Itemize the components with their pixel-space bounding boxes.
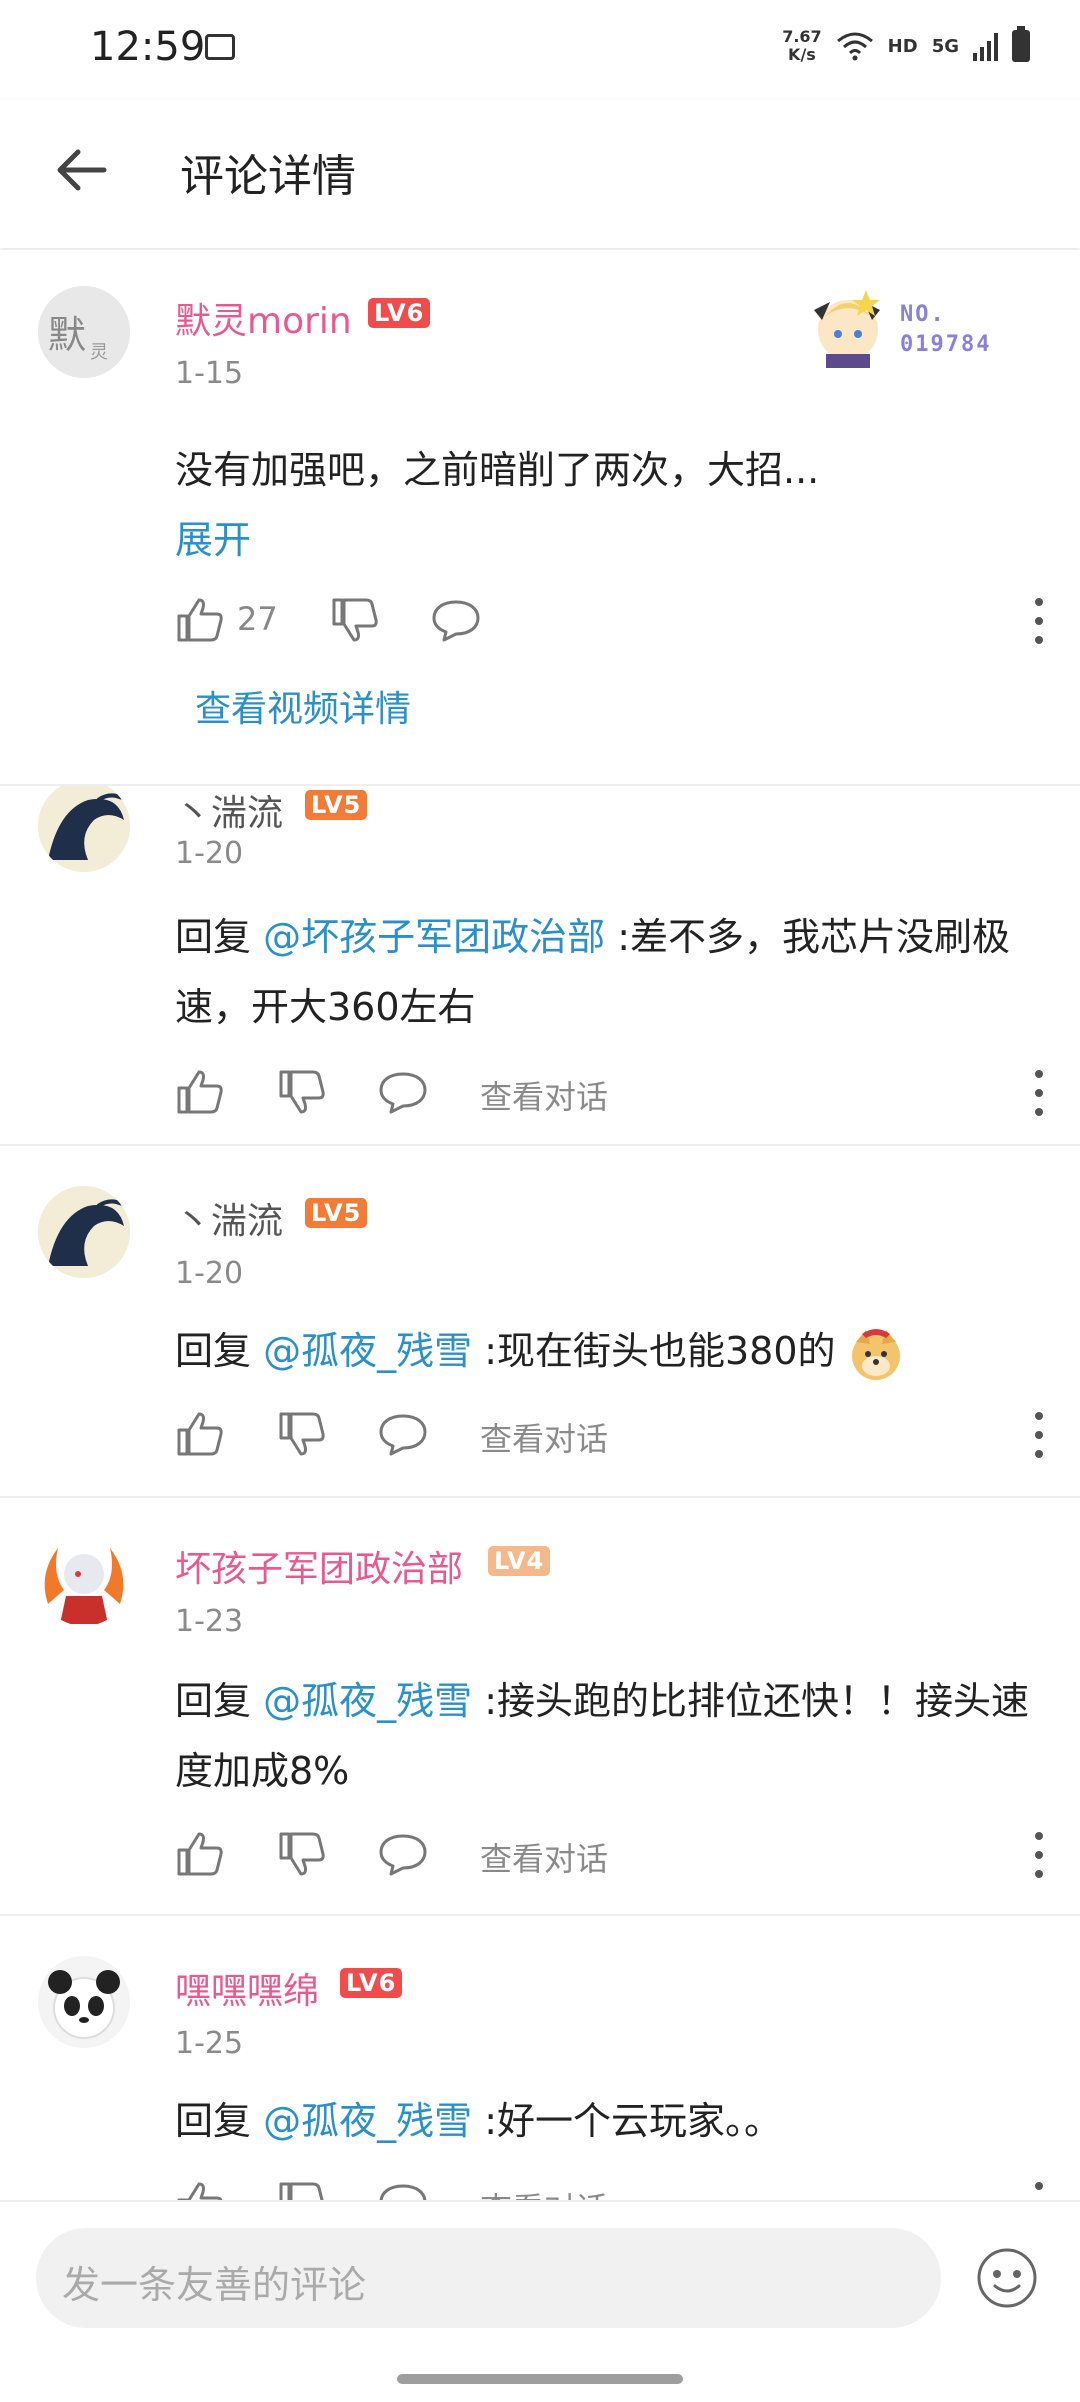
thumbs-up-icon[interactable] (175, 1828, 227, 1880)
thumbs-up-icon[interactable] (175, 594, 227, 646)
comment-actions: 查看对话 (175, 1408, 1045, 1468)
comment-bubble-icon[interactable] (377, 1408, 429, 1460)
comment-date: 1-20 (175, 1256, 244, 1291)
fan-badge-number: NO. 019784 (900, 302, 992, 357)
status-icons: 7.67 K/s HD 5G (782, 26, 1030, 64)
thumbs-down-icon[interactable] (277, 1066, 329, 1118)
more-options-icon[interactable] (1033, 598, 1045, 644)
hd-indicator: HD (887, 35, 918, 57)
svg-text:默: 默 (48, 313, 86, 357)
svg-text:灵: 灵 (90, 342, 108, 363)
username[interactable]: 嘿嘿嘿绵 (175, 1962, 319, 2014)
mention-link[interactable]: @孤夜_残雪 (263, 2099, 472, 2143)
avatar[interactable] (38, 1956, 130, 2048)
expand-link[interactable]: 展开 (175, 505, 1045, 575)
comment-input-placeholder: 发一条友善的评论 (62, 2263, 367, 2307)
view-conversation-link[interactable]: 查看对话 (480, 2184, 608, 2200)
comment-date: 1-23 (175, 1604, 244, 1639)
mention-link[interactable]: @坏孩子军团政治部 (263, 915, 605, 959)
view-conversation-link[interactable]: 查看对话 (480, 1072, 608, 1118)
comment-text: 回复 @孤夜_残雪 :接头跑的比排位还快！！接头速度加成8% (175, 1679, 1029, 1793)
page-title: 评论详情 (180, 151, 356, 202)
view-conversation-link[interactable]: 查看对话 (480, 1414, 608, 1460)
comment-date: 1-25 (175, 2026, 244, 2061)
comment-text: 没有加强吧，之前暗削了两次，大招... 展开 (175, 435, 1045, 575)
comment-bubble-icon[interactable] (377, 2178, 429, 2200)
comment-bubble-icon[interactable] (430, 594, 482, 646)
comment-bubble-icon[interactable] (377, 1066, 429, 1118)
thumbs-up-icon[interactable] (175, 2178, 227, 2200)
like-count: 27 (237, 600, 278, 638)
avatar[interactable] (38, 786, 130, 872)
comment-bubble-icon[interactable] (377, 1828, 429, 1880)
comment-actions: 查看对话 (175, 1828, 1045, 1888)
anime-character-icon (814, 290, 880, 368)
username[interactable]: 默灵morin (175, 292, 352, 344)
signal-icon (973, 31, 998, 61)
comment-text: 回复 @孤夜_残雪 :现在街头也能380的 (175, 1316, 1045, 1386)
thumbs-down-icon[interactable] (277, 1408, 329, 1460)
thumbs-down-icon[interactable] (277, 1828, 329, 1880)
mention-link[interactable]: @孤夜_残雪 (263, 1329, 472, 1373)
comment-actions: 27 (175, 594, 1045, 654)
network-type: 5G (931, 35, 959, 57)
network-speed: 7.67 K/s (782, 27, 822, 64)
comment-date: 1-20 (175, 836, 244, 871)
level-badge: LV6 (340, 1968, 403, 1998)
battery-icon (1012, 26, 1030, 62)
doge-emoji-icon (851, 1328, 900, 1380)
emoji-icon[interactable] (975, 2246, 1039, 2310)
comment-actions: 查看对话 (175, 2178, 1045, 2200)
comment-actions: 查看对话 (175, 1066, 1045, 1126)
status-bar: 12:59 7.67 K/s HD 5G (0, 0, 1080, 100)
status-time: 12:59 (90, 24, 206, 70)
more-options-icon[interactable] (1033, 1070, 1045, 1116)
comment-text: 回复 @坏孩子军团政治部 :差不多，我芯片没刷极速，开大360左右 (175, 915, 1010, 1029)
fan-badge[interactable]: NO. 019784 (800, 280, 1020, 370)
gallery-notification-icon (205, 34, 235, 60)
username[interactable]: 坏孩子军团政治部 (175, 1540, 463, 1592)
comment-date: 1-15 (175, 356, 244, 391)
more-options-icon[interactable] (1033, 2182, 1045, 2200)
reply-item: 嘿嘿嘿绵 LV6 1-25 回复 @孤夜_残雪 :好一个云玩家。。 查看对话 (0, 1916, 1080, 2200)
reply-item: 坏孩子军团政治部 LV4 1-23 回复 @孤夜_残雪 :接头跑的比排位还快！！… (0, 1498, 1080, 1914)
thumbs-up-icon[interactable] (175, 1408, 227, 1460)
comment-composer: 发一条友善的评论 (0, 2200, 1080, 2402)
back-arrow-icon[interactable] (52, 140, 112, 200)
root-comment: 默 灵 默灵morin LV6 NO. 019784 1-15 没有加强吧，之前… (0, 250, 1080, 784)
home-indicator[interactable] (397, 2374, 683, 2384)
reply-item: 丶湍流 LV5 1-20 回复 @孤夜_残雪 :现在街头也能380的 查看对话 (0, 1146, 1080, 1496)
reply-item: 丶湍流 LV5 1-20 回复 @坏孩子军团政治部 :差不多，我芯片没刷极速，开… (0, 786, 1080, 1144)
level-badge: LV5 (305, 1198, 368, 1228)
mention-link[interactable]: @孤夜_残雪 (263, 1679, 472, 1723)
more-options-icon[interactable] (1033, 1832, 1045, 1878)
thumbs-down-icon[interactable] (330, 594, 382, 646)
more-options-icon[interactable] (1033, 1412, 1045, 1458)
username[interactable]: 丶湍流 (175, 1192, 283, 1244)
level-badge: LV6 (368, 298, 431, 328)
avatar[interactable]: 默 灵 (38, 286, 130, 378)
thumbs-down-icon[interactable] (277, 2178, 329, 2200)
level-badge: LV5 (305, 790, 368, 820)
level-badge: LV4 (488, 1546, 551, 1576)
comment-input[interactable]: 发一条友善的评论 (36, 2228, 941, 2328)
comment-text: 回复 @孤夜_残雪 :好一个云玩家。。 (175, 2099, 782, 2143)
username[interactable]: 丶湍流 (175, 786, 283, 836)
thumbs-up-icon[interactable] (175, 1066, 227, 1118)
view-conversation-link[interactable]: 查看对话 (480, 1834, 608, 1880)
avatar[interactable] (38, 1186, 130, 1278)
wifi-icon (836, 32, 873, 61)
avatar[interactable] (38, 1534, 130, 1626)
view-video-details-link[interactable]: 查看视频详情 (195, 680, 411, 732)
app-header: 评论详情 (0, 100, 1080, 248)
